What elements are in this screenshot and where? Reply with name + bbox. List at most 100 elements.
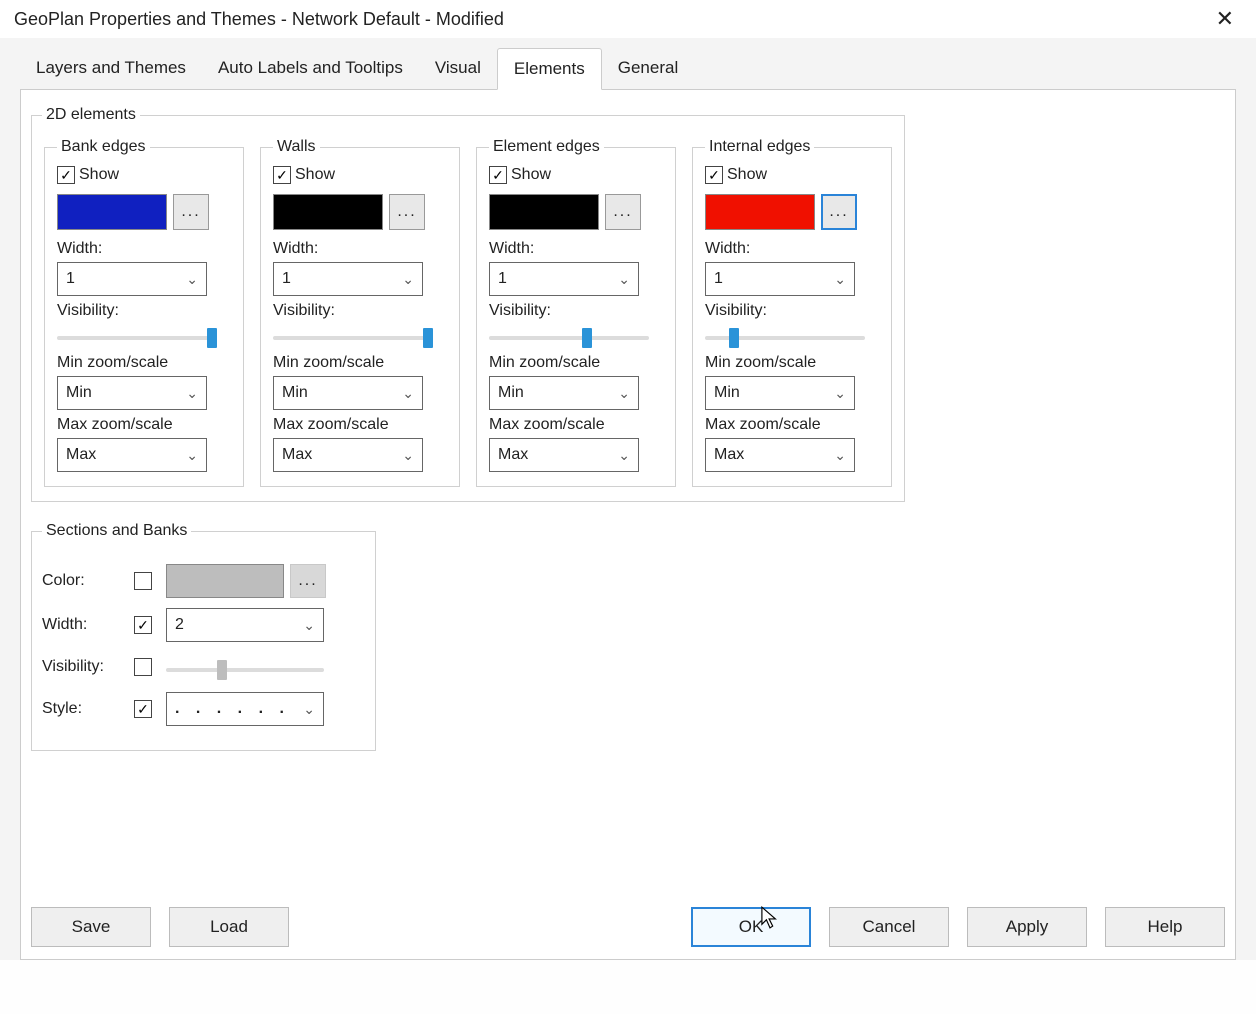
internal-min-zoom-combo[interactable]: Min ⌄ [705,376,855,410]
chevron-down-icon: ⌄ [402,385,414,402]
walls-color-swatch[interactable] [273,194,383,230]
walls-legend: Walls [273,138,320,156]
help-button[interactable]: Help [1105,907,1225,947]
element-width-combo[interactable]: 1 ⌄ [489,262,639,296]
slider-track [57,336,217,340]
internal-color-picker-button[interactable]: ... [821,194,857,230]
slider-thumb[interactable] [217,660,227,680]
apply-button[interactable]: Apply [967,907,1087,947]
internal-visibility-label: Visibility: [705,302,879,320]
element-max-zoom-value: Max [498,446,528,464]
close-icon[interactable]: ✕ [1208,8,1242,30]
element-min-zoom-combo[interactable]: Min ⌄ [489,376,639,410]
bank-min-zoom-label: Min zoom/scale [57,354,231,372]
walls-width-combo[interactable]: 1 ⌄ [273,262,423,296]
bank-width-combo[interactable]: 1 ⌄ [57,262,207,296]
group-element-edges: Element edges Show ... Width: 1 ⌄ [476,138,676,487]
walls-show-label: Show [295,166,335,184]
tab-auto-labels-and-tooltips[interactable]: Auto Labels and Tooltips [202,48,419,89]
bank-width-label: Width: [57,240,231,258]
internal-edges-legend: Internal edges [705,138,814,156]
walls-show-checkbox[interactable] [273,166,291,184]
slider-track [489,336,649,340]
internal-color-swatch[interactable] [705,194,815,230]
bank-min-zoom-combo[interactable]: Min ⌄ [57,376,207,410]
internal-width-value: 1 [714,270,723,288]
element-color-swatch[interactable] [489,194,599,230]
sections-style-checkbox[interactable] [134,700,152,718]
internal-max-zoom-value: Max [714,446,744,464]
bank-visibility-slider[interactable] [57,328,217,348]
sections-legend: Sections and Banks [42,522,191,540]
bank-color-swatch[interactable] [57,194,167,230]
sections-style-label: Style: [42,700,120,718]
ok-button[interactable]: OK [691,907,811,947]
walls-color-picker-button[interactable]: ... [389,194,425,230]
tab-layers-and-themes[interactable]: Layers and Themes [20,48,202,89]
tab-elements[interactable]: Elements [497,48,602,90]
internal-min-zoom-label: Min zoom/scale [705,354,879,372]
internal-width-combo[interactable]: 1 ⌄ [705,262,855,296]
element-edges-legend: Element edges [489,138,604,156]
bank-max-zoom-combo[interactable]: Max ⌄ [57,438,207,472]
walls-max-zoom-combo[interactable]: Max ⌄ [273,438,423,472]
dialog-footer: Save Load OK Cancel Apply Help [31,907,1225,947]
element-width-value: 1 [498,270,507,288]
sections-visibility-checkbox[interactable] [134,658,152,676]
slider-thumb[interactable] [582,328,592,348]
internal-visibility-slider[interactable] [705,328,865,348]
element-min-zoom-value: Min [498,384,524,402]
walls-max-zoom-label: Max zoom/scale [273,416,447,434]
element-show-checkbox[interactable] [489,166,507,184]
bank-show-checkbox[interactable] [57,166,75,184]
slider-thumb[interactable] [423,328,433,348]
cancel-button[interactable]: Cancel [829,907,949,947]
content-area: Layers and Themes Auto Labels and Toolti… [0,38,1256,960]
element-color-picker-button[interactable]: ... [605,194,641,230]
chevron-down-icon: ⌄ [303,701,315,718]
bank-max-zoom-label: Max zoom/scale [57,416,231,434]
chevron-down-icon: ⌄ [186,447,198,464]
walls-min-zoom-combo[interactable]: Min ⌄ [273,376,423,410]
sections-width-combo[interactable]: 2 ⌄ [166,608,324,642]
slider-track [166,668,324,672]
element-show-label: Show [511,166,551,184]
slider-track [273,336,433,340]
sections-visibility-slider[interactable] [166,660,324,680]
bank-min-zoom-value: Min [66,384,92,402]
chevron-down-icon: ⌄ [303,617,315,634]
save-button[interactable]: Save [31,907,151,947]
walls-width-label: Width: [273,240,447,258]
tab-visual[interactable]: Visual [419,48,497,89]
bank-max-zoom-value: Max [66,446,96,464]
chevron-down-icon: ⌄ [834,385,846,402]
slider-thumb[interactable] [729,328,739,348]
walls-visibility-slider[interactable] [273,328,433,348]
load-button[interactable]: Load [169,907,289,947]
sections-color-checkbox[interactable] [134,572,152,590]
sections-style-combo[interactable]: . . . . . . ⌄ [166,692,324,726]
group-2d-elements-legend: 2D elements [42,106,140,124]
tab-general[interactable]: General [602,48,694,89]
chevron-down-icon: ⌄ [618,271,630,288]
sections-visibility-label: Visibility: [42,658,120,676]
titlebar: GeoPlan Properties and Themes - Network … [0,0,1256,38]
sections-color-label: Color: [42,572,120,590]
chevron-down-icon: ⌄ [618,385,630,402]
edge-groups-row: Bank edges Show ... Width: 1 ⌄ [42,138,894,487]
slider-thumb[interactable] [207,328,217,348]
group-bank-edges: Bank edges Show ... Width: 1 ⌄ [44,138,244,487]
element-width-label: Width: [489,240,663,258]
chevron-down-icon: ⌄ [402,271,414,288]
element-visibility-slider[interactable] [489,328,649,348]
internal-max-zoom-combo[interactable]: Max ⌄ [705,438,855,472]
internal-max-zoom-label: Max zoom/scale [705,416,879,434]
element-max-zoom-combo[interactable]: Max ⌄ [489,438,639,472]
internal-show-checkbox[interactable] [705,166,723,184]
element-max-zoom-label: Max zoom/scale [489,416,663,434]
sections-color-swatch[interactable] [166,564,284,598]
sections-width-checkbox[interactable] [134,616,152,634]
chevron-down-icon: ⌄ [186,385,198,402]
sections-color-picker-button[interactable]: ... [290,564,326,598]
bank-color-picker-button[interactable]: ... [173,194,209,230]
